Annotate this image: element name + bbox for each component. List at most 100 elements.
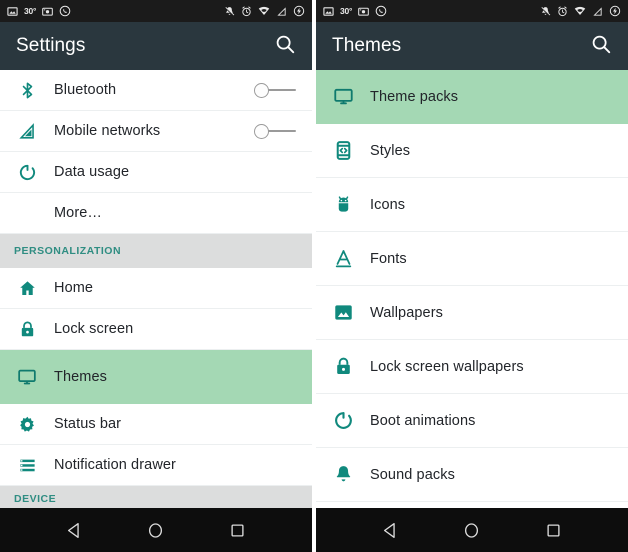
home-button[interactable] [133,508,179,552]
wifi-icon [574,5,586,17]
settings-row-status-bar[interactable]: Status bar [0,404,312,445]
themes-row-fonts[interactable]: Fonts [316,232,628,286]
temperature-text: 30° [340,6,353,16]
themes-row-sound-packs[interactable]: Sound packs [316,448,628,502]
bell-mute-icon [540,6,551,17]
settings-row-bluetooth[interactable]: Bluetooth [0,70,312,111]
bluetooth-icon [14,81,40,100]
toggle-track [268,130,296,132]
settings-row-label: Bluetooth [54,82,117,98]
row-trailing [254,82,298,98]
themes-row-boot-animations[interactable]: Boot animations [316,394,628,448]
section-header-device: DEVICE [0,486,312,508]
settings-row-label: Mobile networks [54,123,161,139]
settings-row-label: Lock screen [54,321,134,337]
search-icon[interactable] [590,33,612,60]
navigation-bar [0,508,312,552]
whatsapp-icon [375,5,387,17]
section-label: PERSONALIZATION [14,245,122,257]
app-bar-actions [274,33,296,60]
camera-icon [358,6,370,17]
settings-row-label: Home [54,280,94,296]
settings-screen: 30° Settings Bluetooth Mobile networks D… [0,0,314,552]
status-bar-right-icons [224,5,305,17]
themes-row-label: Lock screen wallpapers [370,358,524,375]
bluetooth-toggle[interactable] [254,82,298,98]
themes-row-styles[interactable]: Styles [316,124,628,178]
app-bar-actions [590,33,612,60]
settings-row-label: Themes [54,368,107,385]
status-bar: 30° [0,0,312,22]
toggle-track [268,89,296,91]
dual-screenshot: 30° Settings Bluetooth Mobile networks D… [0,0,628,552]
themes-row-label: Fonts [370,250,407,267]
settings-row-data-usage[interactable]: Data usage [0,152,312,193]
themes-row-label: Icons [370,196,406,213]
settings-row-themes[interactable]: Themes [0,350,312,404]
font-a-icon [330,248,356,269]
battery-icon [293,5,305,17]
settings-row-mobile-networks[interactable]: Mobile networks [0,111,312,152]
settings-row-label: Data usage [54,164,130,180]
themes-row-label: Boot animations [370,412,476,429]
themes-row-label: Wallpapers [370,304,443,321]
status-bar-left-icons: 30° [7,5,71,17]
search-icon[interactable] [274,33,296,60]
settings-row-label: Notification drawer [54,457,176,473]
themes-row-wallpapers[interactable]: Wallpapers [316,286,628,340]
settings-row-label: Status bar [54,416,122,432]
code-brackets-icon [330,140,356,161]
data-usage-circle-icon [14,163,40,182]
signal-triangle-icon [14,122,40,141]
settings-app-bar: Settings [0,22,312,70]
toggle-knob [254,123,269,139]
gear-icon [14,415,40,434]
whatsapp-icon [59,5,71,17]
monitor-icon [330,86,356,107]
toggle-knob [254,82,269,98]
themes-row-theme-packs[interactable]: Theme packs [316,70,628,124]
settings-row-more[interactable]: More… [0,193,312,234]
alarm-clock-icon [557,5,568,17]
home-button[interactable] [449,508,495,552]
back-button[interactable] [368,508,414,552]
settings-row-lock-screen[interactable]: Lock screen [0,309,312,350]
cell-signal-icon [592,6,603,17]
boot-circle-icon [330,410,356,431]
settings-list: Bluetooth Mobile networks Data usage Mor… [0,70,312,508]
themes-app-bar: Themes [316,22,628,70]
cell-signal-icon [276,6,287,17]
navigation-bar [316,508,628,552]
page-title: Themes [332,35,402,56]
themes-screen: 30° Themes Theme packs Styles Icons Font… [314,0,628,552]
lock-icon [330,356,356,377]
image-icon [330,302,356,323]
themes-row-icons[interactable]: Icons [316,178,628,232]
back-button[interactable] [52,508,98,552]
camera-icon [42,6,54,17]
status-bar-right-icons [540,5,621,17]
recents-button[interactable] [530,508,576,552]
page-title: Settings [16,35,86,56]
settings-row-notification-drawer[interactable]: Notification drawer [0,445,312,486]
status-bar: 30° [316,0,628,22]
section-label: DEVICE [14,493,57,505]
themes-row-label: Sound packs [370,466,455,483]
settings-row-home[interactable]: Home [0,268,312,309]
temperature-text: 30° [24,6,37,16]
photo-icon [323,6,334,17]
status-bar-left-icons: 30° [323,5,387,17]
themes-row-label: Styles [370,142,411,159]
themes-row-label: Theme packs [370,88,459,105]
section-header-personalization: PERSONALIZATION [0,234,312,268]
settings-row-label: More… [54,205,103,221]
bell-mute-icon [224,6,235,17]
wifi-icon [258,5,270,17]
lock-icon [14,320,40,339]
recents-button[interactable] [214,508,260,552]
mobile-networks-toggle[interactable] [254,123,298,139]
row-trailing [254,123,298,139]
android-robot-icon [330,194,356,215]
bell-icon [330,464,356,485]
themes-row-lock-screen-wallpapers[interactable]: Lock screen wallpapers [316,340,628,394]
